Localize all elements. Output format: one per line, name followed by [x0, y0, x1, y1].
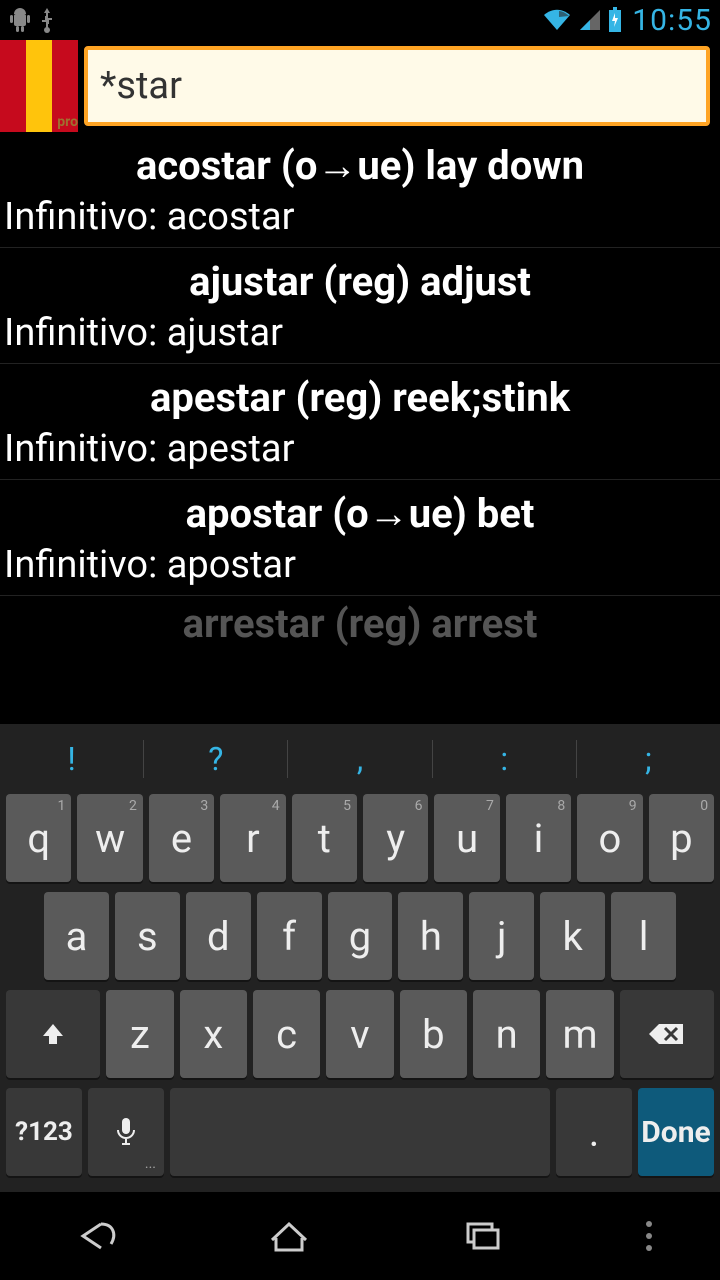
suggestion[interactable]: !: [0, 740, 144, 778]
key-m[interactable]: m: [546, 990, 613, 1078]
result-main: ajustar (reg) adjust: [0, 254, 720, 309]
list-item-partial[interactable]: arrestar (reg) arrest: [0, 596, 720, 647]
key-Done[interactable]: Done: [638, 1088, 714, 1176]
key-e[interactable]: e3: [149, 794, 214, 882]
key-dark space[interactable]: [170, 1088, 550, 1176]
bugdroid-icon: [8, 6, 32, 34]
list-item[interactable]: acostar (o→ue) lay downInfinitivo: acost…: [0, 132, 720, 248]
key-k[interactable]: k: [540, 892, 605, 980]
suggestion[interactable]: ,: [288, 740, 432, 778]
key-w[interactable]: w2: [77, 794, 142, 882]
suggestion-bar: !?,:;: [0, 724, 720, 794]
key-l[interactable]: l: [611, 892, 676, 980]
mic-key[interactable]: ...: [88, 1088, 164, 1176]
key-o[interactable]: o9: [577, 794, 642, 882]
app-icon[interactable]: pro: [0, 40, 80, 132]
result-sub: Infinitivo: acostar: [0, 193, 720, 241]
battery-icon: [608, 7, 622, 33]
suggestion[interactable]: ;: [577, 740, 720, 778]
wifi-icon: [542, 8, 572, 32]
key-b[interactable]: b: [400, 990, 467, 1078]
list-item[interactable]: apestar (reg) reek;stinkInfinitivo: apes…: [0, 364, 720, 480]
key-x[interactable]: x: [180, 990, 247, 1078]
key-h[interactable]: h: [398, 892, 463, 980]
menu-button[interactable]: [634, 1211, 664, 1261]
result-sub: Infinitivo: apostar: [0, 541, 720, 589]
suggestion[interactable]: :: [433, 740, 577, 778]
key-c[interactable]: c: [253, 990, 320, 1078]
key-i[interactable]: i8: [506, 794, 571, 882]
search-field-wrap[interactable]: [84, 46, 710, 126]
home-button[interactable]: [249, 1211, 329, 1261]
result-main: acostar (o→ue) lay down: [0, 138, 720, 193]
key-v[interactable]: v: [326, 990, 393, 1078]
result-main: apostar (o→ue) bet: [0, 486, 720, 541]
key-f[interactable]: f: [257, 892, 322, 980]
app-header: pro: [0, 40, 720, 132]
key-q[interactable]: q1: [6, 794, 71, 882]
status-bar: 10:55: [0, 0, 720, 40]
key-p[interactable]: p0: [649, 794, 714, 882]
key-?123[interactable]: ?123: [6, 1088, 82, 1176]
list-item[interactable]: ajustar (reg) adjustInfinitivo: ajustar: [0, 248, 720, 364]
key-j[interactable]: j: [469, 892, 534, 980]
pro-label: pro: [0, 114, 80, 130]
result-sub: Infinitivo: apestar: [0, 425, 720, 473]
back-button[interactable]: [56, 1211, 136, 1261]
key-r[interactable]: r4: [220, 794, 285, 882]
search-input[interactable]: [100, 64, 694, 108]
usb-icon: [38, 6, 56, 34]
key-n[interactable]: n: [473, 990, 540, 1078]
key-a[interactable]: a: [44, 892, 109, 980]
key-s[interactable]: s: [115, 892, 180, 980]
shift-key[interactable]: [6, 990, 100, 1078]
recent-apps-button[interactable]: [441, 1211, 521, 1261]
list-item[interactable]: apostar (o→ue) betInfinitivo: apostar: [0, 480, 720, 596]
key-y[interactable]: y6: [363, 794, 428, 882]
key-d[interactable]: d: [186, 892, 251, 980]
backspace-key[interactable]: [620, 990, 714, 1078]
key-.[interactable]: .: [556, 1088, 632, 1176]
key-z[interactable]: z: [106, 990, 173, 1078]
suggestion[interactable]: ?: [144, 740, 288, 778]
result-main: apestar (reg) reek;stink: [0, 370, 720, 425]
key-u[interactable]: u7: [434, 794, 499, 882]
key-g[interactable]: g: [328, 892, 393, 980]
result-sub: Infinitivo: ajustar: [0, 309, 720, 357]
keyboard: !?,:; q1w2e3r4t5y6u7i8o9p0 asdfghjkl zxc…: [0, 724, 720, 1192]
signal-icon: [578, 8, 602, 32]
clock: 10:55: [632, 3, 712, 38]
key-t[interactable]: t5: [292, 794, 357, 882]
result-list[interactable]: acostar (o→ue) lay downInfinitivo: acost…: [0, 132, 720, 647]
nav-bar: [0, 1192, 720, 1280]
